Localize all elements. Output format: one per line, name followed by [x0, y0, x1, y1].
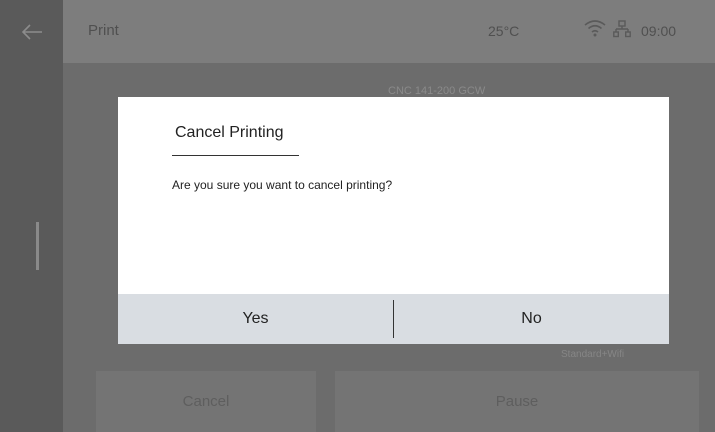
- print-screen: Print 25°C 09:00 CNC 141-200 GCW Standar…: [0, 0, 715, 432]
- no-button-label: No: [521, 310, 542, 327]
- arrow-left-icon: [21, 23, 42, 40]
- yes-button-label: Yes: [242, 310, 269, 327]
- header-bar: Print 25°C 09:00: [63, 0, 715, 63]
- clock-readout: 09:00: [641, 23, 677, 39]
- temperature-readout: 25°C: [488, 23, 520, 39]
- yes-button[interactable]: Yes: [118, 294, 393, 344]
- cancel-printing-dialog: Cancel Printing Are you sure you want to…: [118, 97, 669, 344]
- rail-indicator: [36, 222, 39, 270]
- pause-print-button: Pause: [335, 371, 699, 432]
- cancel-print-label: Cancel: [182, 393, 230, 410]
- model-info-text: CNC 141-200 GCW: [388, 85, 486, 97]
- cancel-print-button: Cancel: [96, 371, 316, 432]
- print-mode-text: Standard+Wifi: [561, 349, 625, 360]
- no-button[interactable]: No: [394, 294, 669, 344]
- dialog-title-underline: [172, 155, 299, 156]
- wifi-icon: [584, 20, 606, 37]
- dialog-title: Cancel Printing: [175, 124, 284, 141]
- dialog-message: Are you sure you want to cancel printing…: [172, 178, 393, 192]
- dialog-button-bar: Yes No: [118, 294, 669, 344]
- back-button[interactable]: [0, 0, 63, 63]
- network-icon: [613, 20, 631, 38]
- pause-print-label: Pause: [495, 393, 539, 410]
- left-rail: [0, 0, 63, 432]
- page-title: Print: [88, 22, 119, 39]
